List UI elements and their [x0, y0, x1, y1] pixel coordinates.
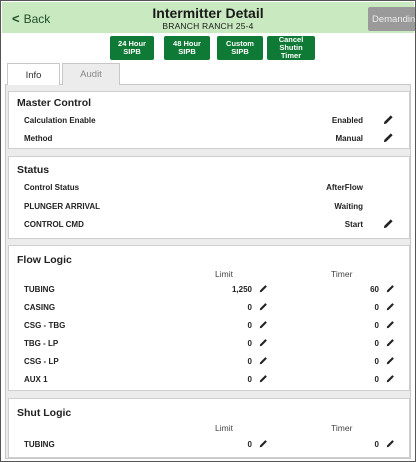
flow-row-csg-lp-timer: 0: [374, 357, 379, 366]
custom-sipb-label: Custom SIPB: [226, 39, 254, 56]
cancel-shutin-timer-button[interactable]: Cancel Shutin Timer: [267, 36, 315, 60]
pencil-icon[interactable]: [386, 356, 395, 365]
flow-row-casing-label: CASING: [24, 303, 56, 312]
status-card: Status Control Status AfterFlow PLUNGER …: [8, 156, 410, 239]
shut-logic-card: Shut Logic Limit Timer TUBING 0 0: [8, 398, 410, 458]
demand-button[interactable]: Demandin: [368, 7, 415, 31]
pencil-icon[interactable]: [259, 356, 268, 365]
page-title: Intermitter Detail: [152, 5, 264, 21]
pencil-icon[interactable]: [259, 374, 268, 383]
flow-row-csg-tbg-label: CSG - TBG: [24, 321, 66, 330]
pencil-icon[interactable]: [386, 284, 395, 293]
flow-row-aux-1-label: AUX 1: [24, 375, 48, 384]
flow-row-csg-tbg-limit: 0: [247, 321, 252, 330]
pencil-icon[interactable]: [383, 114, 394, 125]
shut-row-tubing-label: TUBING: [24, 440, 55, 449]
pencil-icon[interactable]: [383, 218, 394, 229]
pencil-icon[interactable]: [259, 338, 268, 347]
pencil-icon[interactable]: [386, 338, 395, 347]
pencil-icon[interactable]: [259, 320, 268, 329]
control-status-value: AfterFlow: [326, 183, 363, 192]
flow-timer-header: Timer: [331, 269, 353, 279]
control-status-label: Control Status: [24, 183, 80, 192]
flow-logic-card: Flow Logic Limit Timer TUBING 1,250 60 C…: [8, 245, 410, 391]
tab-audit[interactable]: Audit: [62, 63, 120, 85]
control-cmd-value: Start: [344, 220, 363, 229]
method-value: Manual: [335, 134, 363, 143]
pencil-icon[interactable]: [386, 320, 395, 329]
pencil-icon[interactable]: [383, 132, 394, 143]
flow-row-aux-1-limit: 0: [247, 375, 252, 384]
flow-row-casing-timer: 0: [374, 303, 379, 312]
flow-row-tbg-lp-limit: 0: [247, 339, 252, 348]
pencil-icon[interactable]: [386, 374, 395, 383]
shut-limit-header: Limit: [215, 423, 233, 433]
flow-row-csg-lp-label: CSG - LP: [24, 357, 59, 366]
pencil-icon[interactable]: [386, 302, 395, 311]
sipb-24-hour-label: 24 Hour SIPB: [118, 39, 146, 56]
sipb-48-hour-label: 48 Hour SIPB: [173, 39, 201, 56]
flow-row-tubing-limit: 1,250: [231, 285, 252, 294]
pencil-icon[interactable]: [259, 302, 268, 311]
page-subtitle: BRANCH RANCH 25-4: [162, 21, 254, 31]
plunger-arrival-label: PLUNGER ARRIVAL: [24, 202, 100, 211]
custom-sipb-button[interactable]: Custom SIPB: [217, 36, 263, 60]
tab-bar: Info Audit: [5, 63, 411, 86]
calculation-enable-value: Enabled: [331, 116, 363, 125]
flow-row-tubing-timer: 60: [370, 285, 379, 294]
flow-row-aux-1-timer: 0: [374, 375, 379, 384]
method-label: Method: [24, 134, 53, 143]
pencil-icon[interactable]: [386, 439, 395, 448]
shut-timer-header: Timer: [331, 423, 353, 433]
status-title: Status: [17, 164, 50, 176]
pencil-icon[interactable]: [259, 439, 268, 448]
flow-row-tubing-label: TUBING: [24, 285, 55, 294]
shut-row-tubing-limit: 0: [247, 440, 252, 449]
tab-info[interactable]: Info: [7, 63, 60, 86]
flow-row-tbg-lp-timer: 0: [374, 339, 379, 348]
shut-logic-title: Shut Logic: [17, 407, 72, 419]
calculation-enable-label: Calculation Enable: [24, 116, 96, 125]
control-cmd-label: CONTROL CMD: [24, 220, 84, 229]
flow-limit-header: Limit: [215, 269, 233, 279]
flow-logic-title: Flow Logic: [17, 254, 72, 266]
pencil-icon[interactable]: [259, 284, 268, 293]
info-panel: Master Control Calculation Enable Enable…: [5, 85, 411, 459]
cancel-shutin-timer-label: Cancel Shutin Timer: [278, 35, 304, 60]
app-frame: < Back Intermitter Detail BRANCH RANCH 2…: [0, 0, 416, 462]
shut-row-tubing-timer: 0: [374, 440, 379, 449]
flow-row-csg-tbg-timer: 0: [374, 321, 379, 330]
header-bar: < Back Intermitter Detail BRANCH RANCH 2…: [2, 2, 415, 33]
flow-row-casing-limit: 0: [247, 303, 252, 312]
plunger-arrival-value: Waiting: [334, 202, 363, 211]
action-bar: 24 Hour SIPB 48 Hour SIPB Custom SIPB Ca…: [1, 36, 415, 60]
sipb-48-hour-button[interactable]: 48 Hour SIPB: [164, 36, 210, 60]
flow-row-tbg-lp-label: TBG - LP: [24, 339, 59, 348]
flow-row-csg-lp-limit: 0: [247, 357, 252, 366]
sipb-24-hour-button[interactable]: 24 Hour SIPB: [110, 36, 154, 60]
master-control-card: Master Control Calculation Enable Enable…: [8, 91, 410, 149]
master-control-title: Master Control: [17, 97, 92, 109]
